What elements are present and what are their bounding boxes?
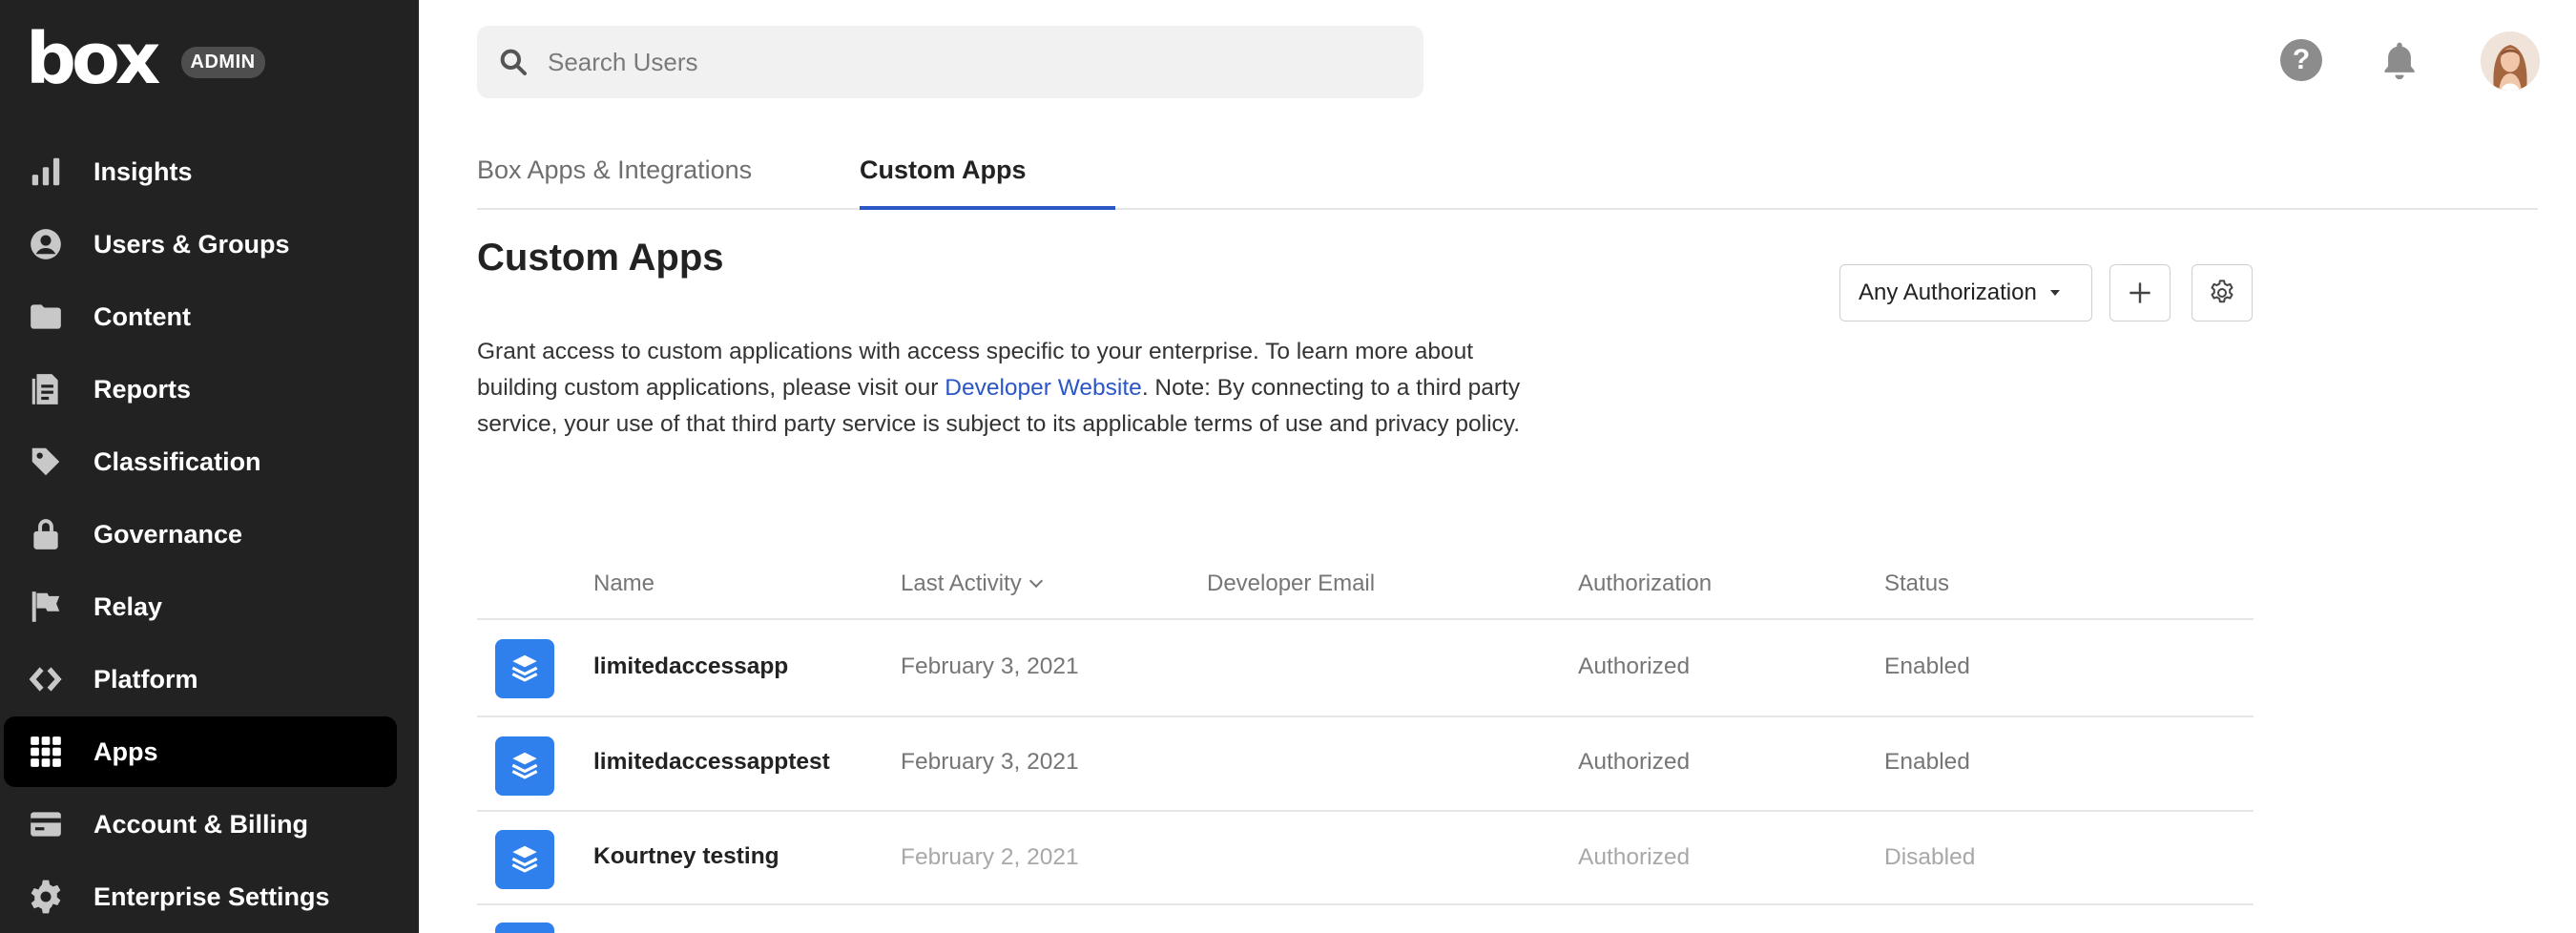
table-row[interactable]: Kourtney testing February 2, 2021 Author… (477, 812, 2254, 905)
add-app-button[interactable] (2109, 264, 2171, 321)
layers-icon (511, 752, 538, 779)
custom-app-icon (495, 639, 554, 698)
flag-icon (27, 588, 65, 626)
sidebar-item-users-groups[interactable]: Users & Groups (4, 209, 397, 280)
custom-app-icon-partial (495, 923, 554, 933)
tab-custom-apps[interactable]: Custom Apps (860, 156, 1027, 185)
page-description: Grant access to custom applications with… (477, 334, 1546, 443)
app-name: limitedaccessapp (593, 653, 789, 679)
sidebar-item-content[interactable]: Content (4, 281, 397, 352)
avatar-image (2481, 31, 2540, 91)
sidebar-item-label: Insights (93, 156, 193, 186)
chevron-down-icon (2049, 290, 2060, 296)
sidebar-item-insights[interactable]: Insights (4, 136, 397, 207)
column-header-status[interactable]: Status (1884, 570, 1949, 597)
user-circle-icon (27, 225, 65, 263)
settings-button[interactable] (2192, 264, 2253, 321)
logo-text: box (26, 18, 161, 100)
layers-icon (511, 654, 538, 682)
lock-icon (27, 515, 65, 553)
sidebar-item-label: Classification (93, 446, 261, 476)
row-divider (477, 903, 2254, 905)
sidebar-item-label: Content (93, 301, 191, 331)
table-row[interactable]: limitedaccessapp February 3, 2021 Author… (477, 622, 2254, 715)
search-input[interactable] (548, 47, 1387, 77)
search-icon (500, 49, 527, 75)
sidebar-item-platform[interactable]: Platform (4, 644, 397, 715)
last-activity: February 3, 2021 (901, 653, 1079, 679)
custom-app-icon (495, 736, 554, 796)
sidebar-item-label: Relay (93, 591, 163, 621)
gear-icon (2211, 280, 2233, 303)
app-name: limitedaccessapptest (593, 749, 830, 775)
table-row[interactable]: limitedaccessapptest February 3, 2021 Au… (477, 717, 2254, 811)
authorization-status: Authorized (1578, 749, 1691, 775)
app-name: Kourtney testing (593, 843, 779, 869)
sidebar-item-governance[interactable]: Governance (4, 499, 397, 570)
last-activity: February 2, 2021 (901, 844, 1079, 870)
authorization-filter-label: Any Authorization (1859, 280, 2037, 305)
bar-chart-icon (27, 153, 65, 191)
developer-website-link[interactable]: Developer Website (945, 375, 1142, 401)
sidebar-item-label: Reports (93, 374, 192, 404)
sidebar-item-label: Governance (93, 519, 243, 549)
table-header-divider (477, 618, 2254, 620)
sidebar-item-apps[interactable]: Apps (4, 716, 397, 787)
sidebar: box ADMIN Insights Users & Groups Conten… (0, 0, 419, 933)
plus-icon (2129, 282, 2150, 303)
custom-app-icon (495, 830, 554, 889)
credit-card-icon (27, 805, 65, 843)
authorization-status: Authorized (1578, 653, 1691, 679)
help-icon: ? (2280, 39, 2322, 81)
sort-descending-icon (1028, 573, 1043, 589)
status: Disabled (1884, 844, 1976, 870)
tag-icon (27, 443, 65, 481)
sidebar-item-relay[interactable]: Relay (4, 571, 397, 642)
box-logo[interactable]: box ADMIN (26, 18, 265, 100)
tabs-divider (477, 208, 2538, 210)
grid-icon (27, 733, 65, 771)
status: Enabled (1884, 653, 1970, 679)
notifications-button[interactable] (2376, 36, 2423, 84)
sidebar-item-reports[interactable]: Reports (4, 354, 397, 425)
sidebar-item-label: Platform (93, 664, 198, 694)
report-icon (27, 370, 65, 408)
folder-icon (27, 298, 65, 336)
sidebar-item-label: Enterprise Settings (93, 881, 330, 911)
search-bar[interactable] (477, 26, 1423, 98)
sidebar-item-label: Account & Billing (93, 809, 308, 839)
active-tab-indicator (860, 206, 1115, 210)
sidebar-item-classification[interactable]: Classification (4, 426, 397, 497)
user-avatar[interactable] (2481, 31, 2540, 91)
code-icon (27, 660, 65, 698)
sidebar-item-account-billing[interactable]: Account & Billing (4, 789, 397, 860)
layers-icon (511, 845, 538, 873)
authorization-status: Authorized (1578, 844, 1691, 870)
bell-icon (2384, 42, 2415, 80)
authorization-filter-dropdown[interactable]: Any Authorization (1839, 264, 2092, 321)
help-button[interactable]: ? (2277, 36, 2325, 84)
page-title: Custom Apps (477, 237, 724, 279)
gear-icon (27, 878, 65, 916)
column-header-name[interactable]: Name (593, 570, 654, 597)
sidebar-item-enterprise-settings[interactable]: Enterprise Settings (4, 861, 397, 932)
column-header-developer-email[interactable]: Developer Email (1207, 570, 1375, 597)
tab-box-apps-integrations[interactable]: Box Apps & Integrations (477, 156, 752, 185)
sidebar-item-label: Apps (93, 736, 158, 766)
column-header-last-activity[interactable]: Last Activity (901, 570, 1043, 597)
last-activity: February 3, 2021 (901, 749, 1079, 775)
sidebar-item-label: Users & Groups (93, 229, 290, 259)
status: Enabled (1884, 749, 1970, 775)
column-header-label: Last Activity (901, 570, 1022, 596)
column-header-authorization[interactable]: Authorization (1578, 570, 1712, 597)
admin-badge: ADMIN (180, 46, 265, 78)
